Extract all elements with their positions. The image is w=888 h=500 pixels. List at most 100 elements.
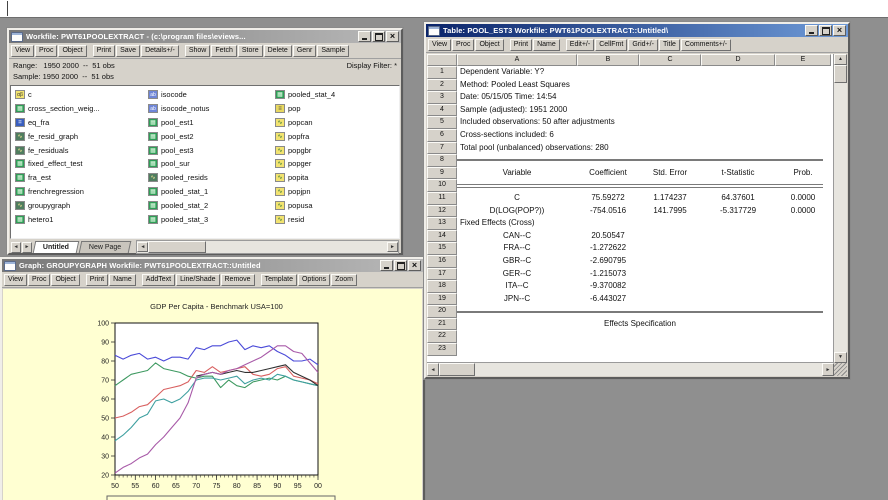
list-item[interactable]: ▦ pool_est1 [148,116,271,130]
row-content[interactable]: Cross-sections included: 6 [457,129,847,142]
toolbar-button-edit-[interactable]: Edit+/- [565,38,595,51]
cell[interactable] [775,230,831,243]
toolbar-button-object[interactable]: Object [475,38,504,51]
cell[interactable]: t-Statistic [701,167,775,180]
scroll-right-button[interactable]: ► [822,363,834,376]
page-nav-right-button[interactable]: ► [22,241,32,253]
toolbar-button-sample[interactable]: Sample [317,44,350,57]
row-content[interactable]: ITA--C -9.370082 [457,280,847,293]
toolbar-button-print[interactable]: Print [92,44,116,57]
vertical-scroll-thumb[interactable] [834,65,847,83]
row-number-cell[interactable]: 7 [427,141,457,155]
row-content[interactable] [457,343,847,356]
toolbar-button-details-[interactable]: Details+/- [141,44,179,57]
row-number-cell[interactable]: 3 [427,91,457,104]
row-content[interactable]: Effects Specification [457,318,847,331]
cell[interactable]: 0.0000 [775,192,831,205]
list-item[interactable]: ∿ popgbr [275,143,399,157]
scroll-left-button[interactable]: ◄ [427,363,439,376]
list-item[interactable]: ∿ popita [275,171,399,185]
toolbar-button-store[interactable]: Store [237,44,263,57]
toolbar-button-name[interactable]: Name [109,273,136,286]
list-item[interactable]: ∿ groupygraph [15,198,144,212]
row-number-cell[interactable]: 13 [427,217,457,230]
tab-scroll-left-button[interactable]: ◄ [137,242,149,252]
cell[interactable]: 141.7995 [639,205,701,218]
toolbar-button-object[interactable]: Object [51,273,80,286]
row-number-cell[interactable]: 8 [427,154,457,167]
row-number-cell[interactable]: 1 [427,66,457,79]
row-number-cell[interactable]: 15 [427,242,457,255]
cell[interactable]: GBR--C [457,255,577,268]
column-header-e[interactable]: E [775,54,831,66]
scroll-down-button[interactable]: ▼ [834,352,847,363]
toolbar-button-object[interactable]: Object [58,44,87,57]
toolbar-button-print[interactable]: Print [509,38,533,51]
list-item[interactable]: ∿ fe_resid_graph [15,129,144,143]
list-item[interactable]: ▦ pool_est3 [148,143,271,157]
cell[interactable]: Std. Error [639,167,701,180]
maximize-button[interactable] [819,25,832,36]
cell[interactable] [701,280,775,293]
row-content[interactable]: Included observations: 50 after adjustme… [457,116,847,129]
cell[interactable] [701,230,775,243]
cell[interactable]: FRA--C [457,242,577,255]
list-item[interactable]: ▦ fra_est [15,171,144,185]
toolbar-button-show[interactable]: Show [184,44,211,57]
list-item[interactable]: ▦ frenchregression [15,185,144,199]
command-window-strip[interactable] [0,0,888,18]
row-number-cell[interactable]: 17 [427,267,457,281]
tab-new-page[interactable]: New Page [78,241,132,253]
cell[interactable] [701,242,775,255]
list-item[interactable]: ▦ pool_est2 [148,129,271,143]
cell[interactable] [639,268,701,281]
row-number-cell[interactable]: 4 [427,103,457,117]
tab-scroll-right-button[interactable]: ► [387,242,398,252]
list-item[interactable]: ∿ popfra [275,129,399,143]
toolbar-button-remove[interactable]: Remove [220,273,255,286]
close-button[interactable]: × [408,260,421,271]
cell[interactable]: 0.0000 [775,205,831,218]
cell[interactable] [775,280,831,293]
toolbar-button-proc[interactable]: Proc [452,38,475,51]
cell[interactable]: 75.59272 [577,192,639,205]
tab-untitled[interactable]: Untitled [32,241,80,253]
toolbar-button-grid-[interactable]: Grid+/- [628,38,658,51]
cell[interactable] [639,280,701,293]
cell[interactable]: D(LOG(POP?)) [457,205,577,218]
cell[interactable] [701,255,775,268]
toolbar-button-view[interactable]: View [428,38,452,51]
toolbar-button-line-shade[interactable]: Line/Shade [176,273,220,286]
list-item[interactable]: ∿ popcan [275,116,399,130]
minimize-button[interactable] [380,260,393,271]
row-content[interactable] [457,154,847,167]
list-item[interactable]: ▦ pooled_stat_1 [148,185,271,199]
list-item[interactable]: ▦ pooled_stat_4 [275,88,399,102]
row-content[interactable] [457,330,847,343]
toolbar-button-print[interactable]: Print [85,273,109,286]
minimize-button[interactable] [358,31,371,42]
row-content[interactable]: C 75.59272 1.174237 64.37601 0.0000 [457,192,847,205]
row-number-cell[interactable]: 23 [427,343,457,356]
cell[interactable]: -1.215073 [577,268,639,281]
row-content[interactable]: Total pool (unbalanced) observations: 28… [457,142,847,155]
list-item[interactable]: = eq_fra [15,116,144,130]
list-item[interactable]: ▦ fixed_effect_test [15,157,144,171]
row-content[interactable]: JPN--C -6.443027 [457,293,847,306]
cell[interactable]: -754.0516 [577,205,639,218]
minimize-button[interactable] [805,25,818,36]
cell[interactable] [775,293,831,306]
row-content[interactable]: Dependent Variable: Y? [457,66,847,79]
cell[interactable]: 20.50547 [577,230,639,243]
cell[interactable]: Coefficient [577,167,639,180]
toolbar-button-genr[interactable]: Genr [292,44,317,57]
list-item[interactable]: ab isocode [148,88,271,102]
list-item[interactable]: ▦ pool_sur [148,157,271,171]
cell[interactable]: -6.443027 [577,293,639,306]
row-content[interactable]: Method: Pooled Least Squares [457,79,847,92]
tab-scroll-thumb[interactable] [148,241,207,253]
resize-grip[interactable] [834,363,847,376]
toolbar-button-name[interactable]: Name [533,38,560,51]
row-content[interactable]: Variable Coefficient Std. Error t-Statistic… [457,167,847,180]
list-item[interactable]: ∿ popger [275,157,399,171]
